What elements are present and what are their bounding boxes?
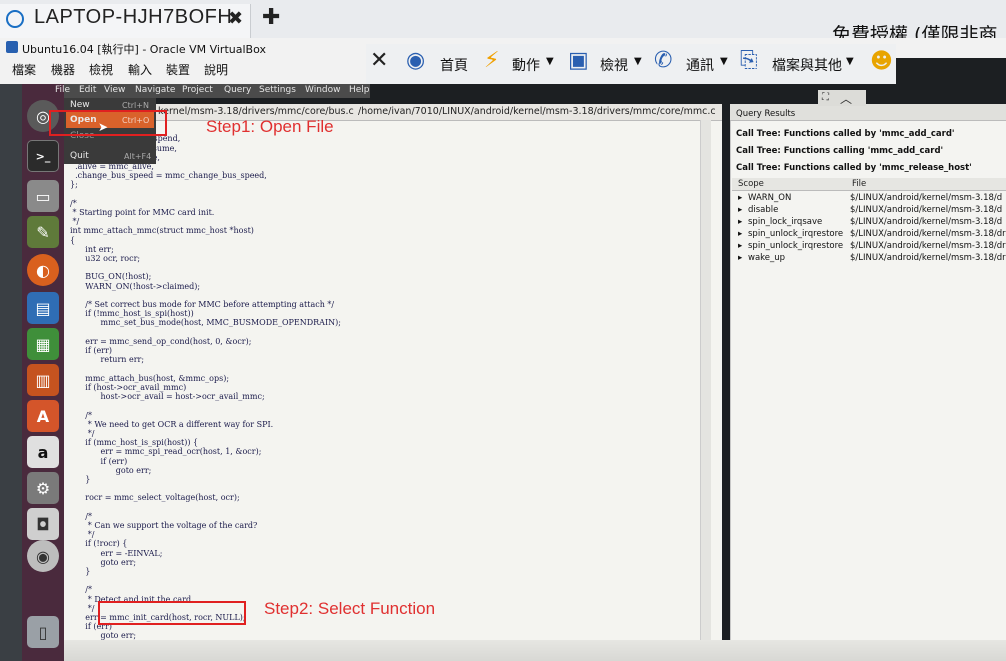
col-scope[interactable]: Scope bbox=[738, 179, 764, 189]
file-menu-new[interactable]: New bbox=[70, 100, 90, 110]
tab-mmc-c[interactable]: /home/ivan/7010/LINUX/android/kernel/msm… bbox=[358, 106, 716, 117]
menu-edit[interactable]: Edit bbox=[79, 85, 96, 95]
smiley-icon[interactable]: ☻ bbox=[870, 49, 893, 74]
monitor-icon: ▣ bbox=[568, 48, 589, 73]
lightning-icon: ⚡ bbox=[484, 48, 500, 73]
chevron-up-icon[interactable]: ︿ bbox=[840, 90, 852, 107]
impress-icon[interactable]: ▥ bbox=[27, 364, 59, 396]
file-transfer-icon: ⎘ bbox=[740, 48, 758, 73]
result-scope[interactable]: spin_unlock_irqrestore bbox=[748, 229, 843, 239]
quit-shortcut: Alt+F4 bbox=[124, 152, 152, 161]
vbox-menu-view[interactable]: 檢視 bbox=[89, 61, 113, 78]
editor-scrollbar[interactable] bbox=[700, 120, 711, 661]
software-center-icon[interactable]: A bbox=[27, 400, 59, 432]
toolbar-communicate[interactable]: 通訊 bbox=[686, 55, 714, 75]
chevron-down-icon[interactable]: ▼ bbox=[720, 56, 728, 67]
results-header bbox=[732, 178, 1006, 191]
menu-navigate[interactable]: Navigate bbox=[135, 85, 175, 95]
step1-highlight-box bbox=[49, 110, 167, 136]
call-tree-1[interactable]: Call Tree: Functions called by 'mmc_add_… bbox=[736, 129, 955, 139]
result-file[interactable]: $/LINUX/android/kernel/msm-3.18/d bbox=[850, 205, 1002, 215]
row-expander-icon[interactable]: ▸ bbox=[738, 193, 742, 203]
new-tab-icon[interactable]: ✚ bbox=[262, 5, 280, 30]
dvd-icon[interactable]: ◉ bbox=[27, 540, 59, 572]
result-file[interactable]: $/LINUX/android/kernel/msm-3.18/d bbox=[850, 217, 1002, 227]
vbox-menu-input[interactable]: 輸入 bbox=[128, 61, 152, 78]
host-background-strip bbox=[0, 84, 22, 661]
row-expander-icon[interactable]: ▸ bbox=[738, 253, 742, 263]
menu-settings[interactable]: Settings bbox=[259, 85, 296, 95]
settings-gear-icon[interactable]: ⚙ bbox=[27, 472, 59, 504]
vbox-icon bbox=[6, 41, 18, 53]
result-file[interactable]: $/LINUX/android/kernel/msm-3.18/dr bbox=[850, 241, 1006, 251]
trash-icon[interactable]: ▯ bbox=[27, 616, 59, 648]
editor-footer bbox=[64, 640, 1006, 661]
result-scope[interactable]: spin_unlock_irqrestore bbox=[748, 241, 843, 251]
firefox-icon[interactable]: ◐ bbox=[27, 254, 59, 286]
result-scope[interactable]: disable bbox=[748, 205, 778, 215]
float-panel-icon[interactable]: ⛶ bbox=[822, 92, 829, 103]
row-expander-icon[interactable]: ▸ bbox=[738, 241, 742, 251]
phone-icon: ✆ bbox=[654, 48, 673, 73]
result-scope[interactable]: wake_up bbox=[748, 253, 785, 263]
terminal-icon[interactable]: >_ bbox=[27, 140, 59, 172]
result-file[interactable]: $/LINUX/android/kernel/msm-3.18/dr bbox=[850, 229, 1006, 239]
vbox-menu-machine[interactable]: 機器 bbox=[51, 61, 75, 78]
screenshot-icon[interactable]: ◘ bbox=[27, 508, 59, 540]
call-tree-2[interactable]: Call Tree: Functions calling 'mmc_add_ca… bbox=[736, 146, 943, 156]
result-file[interactable]: $/LINUX/android/kernel/msm-3.18/dr bbox=[850, 253, 1006, 263]
toolbar-files[interactable]: 檔案與其他 bbox=[772, 55, 842, 75]
close-tab-icon[interactable]: ✖ bbox=[228, 8, 243, 29]
vbox-menu-devices[interactable]: 裝置 bbox=[166, 61, 190, 78]
row-expander-icon[interactable]: ▸ bbox=[738, 229, 742, 239]
call-tree-3[interactable]: Call Tree: Functions called by 'mmc_rele… bbox=[736, 163, 972, 173]
files-icon[interactable]: ▭ bbox=[27, 180, 59, 212]
toolbar-actions[interactable]: 動作 bbox=[512, 55, 540, 75]
calc-icon[interactable]: ▦ bbox=[27, 328, 59, 360]
result-file[interactable]: $/LINUX/android/kernel/msm-3.18/d bbox=[850, 193, 1002, 203]
chevron-down-icon[interactable]: ▼ bbox=[546, 56, 554, 67]
chevron-down-icon[interactable]: ▼ bbox=[634, 56, 642, 67]
remote-app-logo-icon bbox=[6, 10, 24, 28]
row-expander-icon[interactable]: ▸ bbox=[738, 205, 742, 215]
writer-icon[interactable]: ▤ bbox=[27, 292, 59, 324]
col-file[interactable]: File bbox=[852, 179, 866, 189]
amazon-icon[interactable]: a bbox=[27, 436, 59, 468]
file-menu-quit[interactable]: Quit bbox=[70, 151, 89, 161]
result-scope[interactable]: spin_lock_irqsave bbox=[748, 217, 822, 227]
toolbar-view[interactable]: 檢視 bbox=[600, 55, 628, 75]
vbox-window-title: Ubuntu16.04 [執行中] - Oracle VM VirtualBox bbox=[22, 43, 266, 56]
step2-highlight-box bbox=[98, 601, 246, 625]
tab-title: LAPTOP-HJH7BOFH bbox=[34, 6, 233, 28]
menu-query[interactable]: Query bbox=[224, 85, 251, 95]
vbox-menu-file[interactable]: 檔案 bbox=[12, 61, 36, 78]
vbox-menu-help[interactable]: 說明 bbox=[204, 61, 228, 78]
editor-icon[interactable]: ✎ bbox=[27, 216, 59, 248]
menu-window[interactable]: Window bbox=[305, 85, 341, 95]
new-shortcut: Ctrl+N bbox=[122, 101, 149, 110]
toolbar-home[interactable]: 首頁 bbox=[440, 55, 468, 75]
home-icon[interactable]: ◉ bbox=[406, 48, 425, 73]
code-text[interactable]: suspend, sume, = mmc_runtime_suspend, = … bbox=[70, 116, 341, 659]
step1-annotation: Step1: Open File bbox=[206, 117, 334, 136]
result-scope[interactable]: WARN_ON bbox=[748, 193, 791, 203]
query-results-title: Query Results bbox=[736, 109, 796, 119]
chevron-down-icon[interactable]: ▼ bbox=[846, 56, 854, 67]
menu-help[interactable]: Help bbox=[349, 85, 370, 95]
row-expander-icon[interactable]: ▸ bbox=[738, 217, 742, 227]
close-x-icon[interactable]: ✕ bbox=[370, 48, 388, 73]
menu-view[interactable]: View bbox=[104, 85, 125, 95]
menu-file[interactable]: File bbox=[55, 85, 70, 95]
menu-project[interactable]: Project bbox=[182, 85, 213, 95]
step2-annotation: Step2: Select Function bbox=[264, 599, 436, 618]
